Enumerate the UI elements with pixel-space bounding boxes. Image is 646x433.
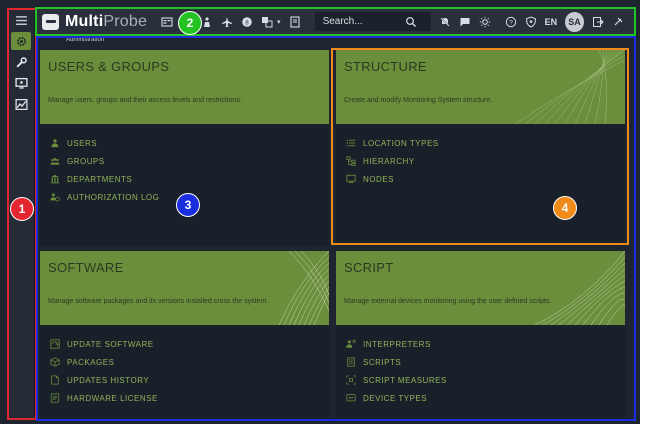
pin-icon[interactable] xyxy=(612,16,624,28)
search-icon[interactable] xyxy=(405,16,417,28)
decorative-wave xyxy=(278,251,329,325)
link-location-types[interactable]: LOCATION TYPES xyxy=(336,134,625,152)
decorative-wave xyxy=(534,251,625,325)
annotation-marker-1: 1 xyxy=(10,197,34,221)
card-header: SCRIPT Manage external devices monitorin… xyxy=(336,251,625,325)
package-icon xyxy=(50,357,60,367)
link-nodes[interactable]: NODES xyxy=(336,170,625,188)
airplane-icon[interactable] xyxy=(221,16,233,28)
card-header: USERS & GROUPS Manage users, groups and … xyxy=(40,50,329,124)
app-window: MultiProbe 8 ▾ Search... ? EN SA Adminis… xyxy=(0,0,640,424)
decorative-wave xyxy=(515,50,625,124)
card-description: Manage users, groups and their access le… xyxy=(48,97,242,104)
user-icon xyxy=(51,139,59,148)
link-interpreters[interactable]: INTERPRETERS xyxy=(336,335,625,353)
measure-icon xyxy=(346,375,356,385)
link-device-types[interactable]: DEVICE TYPES xyxy=(336,389,625,407)
card-header: SOFTWARE Manage software packages and it… xyxy=(40,251,329,325)
link-groups[interactable]: GROUPS xyxy=(40,152,329,170)
sidebar-item-tools[interactable] xyxy=(11,53,31,71)
help-icon[interactable]: ? xyxy=(505,16,517,28)
logout-icon[interactable] xyxy=(592,16,604,28)
link-departments[interactable]: DEPARTMENTS xyxy=(40,170,329,188)
monitor-icon xyxy=(14,77,28,89)
brand-name: MultiProbe xyxy=(65,12,148,30)
annotation-marker-4: 4 xyxy=(553,196,577,220)
link-update-software[interactable]: UPDATE SOFTWARE xyxy=(40,335,329,353)
sidebar-item-administration[interactable] xyxy=(11,32,31,50)
menu-toggle-button[interactable] xyxy=(11,11,31,29)
sidebar-item-monitor[interactable] xyxy=(11,74,31,92)
card-title: SOFTWARE xyxy=(48,260,124,275)
script-icon xyxy=(347,357,355,367)
user-clock-icon xyxy=(50,193,60,202)
interpreter-icon xyxy=(346,339,356,348)
logo-icon xyxy=(42,13,60,30)
sidebar-item-charts[interactable] xyxy=(11,95,31,113)
shield-icon[interactable] xyxy=(525,15,537,28)
brightness-icon[interactable] xyxy=(479,16,491,28)
top-header: MultiProbe 8 ▾ Search... ? EN SA xyxy=(36,8,634,35)
annotation-marker-3: 3 xyxy=(176,193,200,217)
card-title: STRUCTURE xyxy=(344,59,427,74)
gear-icon xyxy=(16,36,26,46)
card-description: Manage external devices monitoring using… xyxy=(344,298,552,305)
hierarchy-icon xyxy=(346,156,356,166)
link-script-measures[interactable]: SCRIPT MEASURES xyxy=(336,371,625,389)
group-icon xyxy=(50,158,60,165)
annotation-marker-2: 2 xyxy=(178,11,202,35)
card-script: SCRIPT Manage external devices monitorin… xyxy=(336,251,625,419)
dashboard-icon[interactable] xyxy=(161,16,173,28)
link-hierarchy[interactable]: HIERARCHY xyxy=(336,152,625,170)
avatar[interactable]: SA xyxy=(565,11,584,32)
file-icon xyxy=(51,375,59,385)
link-users[interactable]: USERS xyxy=(40,134,329,152)
monitor-icon xyxy=(346,174,356,183)
card-description: Manage software packages and its version… xyxy=(48,298,269,305)
line-chart-icon xyxy=(14,98,28,110)
link-scripts[interactable]: SCRIPTS xyxy=(336,353,625,371)
card-software: SOFTWARE Manage software packages and it… xyxy=(40,251,329,419)
person-icon[interactable] xyxy=(201,16,213,28)
card-title: SCRIPT xyxy=(344,260,394,275)
language-selector[interactable]: EN xyxy=(545,17,558,27)
chevron-down-icon[interactable]: ▾ xyxy=(277,18,281,26)
card-description: Create and modify Monitoring System stru… xyxy=(344,97,493,104)
update-icon xyxy=(50,339,60,349)
license-icon xyxy=(50,393,60,403)
badge-icon[interactable]: 8 xyxy=(241,16,253,28)
link-packages[interactable]: PACKAGES xyxy=(40,353,329,371)
building-icon xyxy=(50,174,60,184)
breadcrumb: Administration xyxy=(66,37,105,43)
svg-text:?: ? xyxy=(509,19,513,26)
wrench-icon xyxy=(15,56,27,68)
card-structure: STRUCTURE Create and modify Monitoring S… xyxy=(336,50,625,246)
mute-notifications-icon[interactable] xyxy=(439,16,451,28)
translate-icon[interactable] xyxy=(261,16,273,28)
device-icon xyxy=(346,394,356,402)
link-updates-history[interactable]: UPDATES HISTORY xyxy=(40,371,329,389)
message-icon[interactable] xyxy=(459,16,471,28)
hamburger-icon xyxy=(15,15,27,25)
card-header: STRUCTURE Create and modify Monitoring S… xyxy=(336,50,625,124)
card-title: USERS & GROUPS xyxy=(48,59,170,74)
bookmark-icon[interactable] xyxy=(289,15,301,28)
list-icon xyxy=(346,139,356,147)
link-hardware-license[interactable]: HARDWARE LICENSE xyxy=(40,389,329,407)
